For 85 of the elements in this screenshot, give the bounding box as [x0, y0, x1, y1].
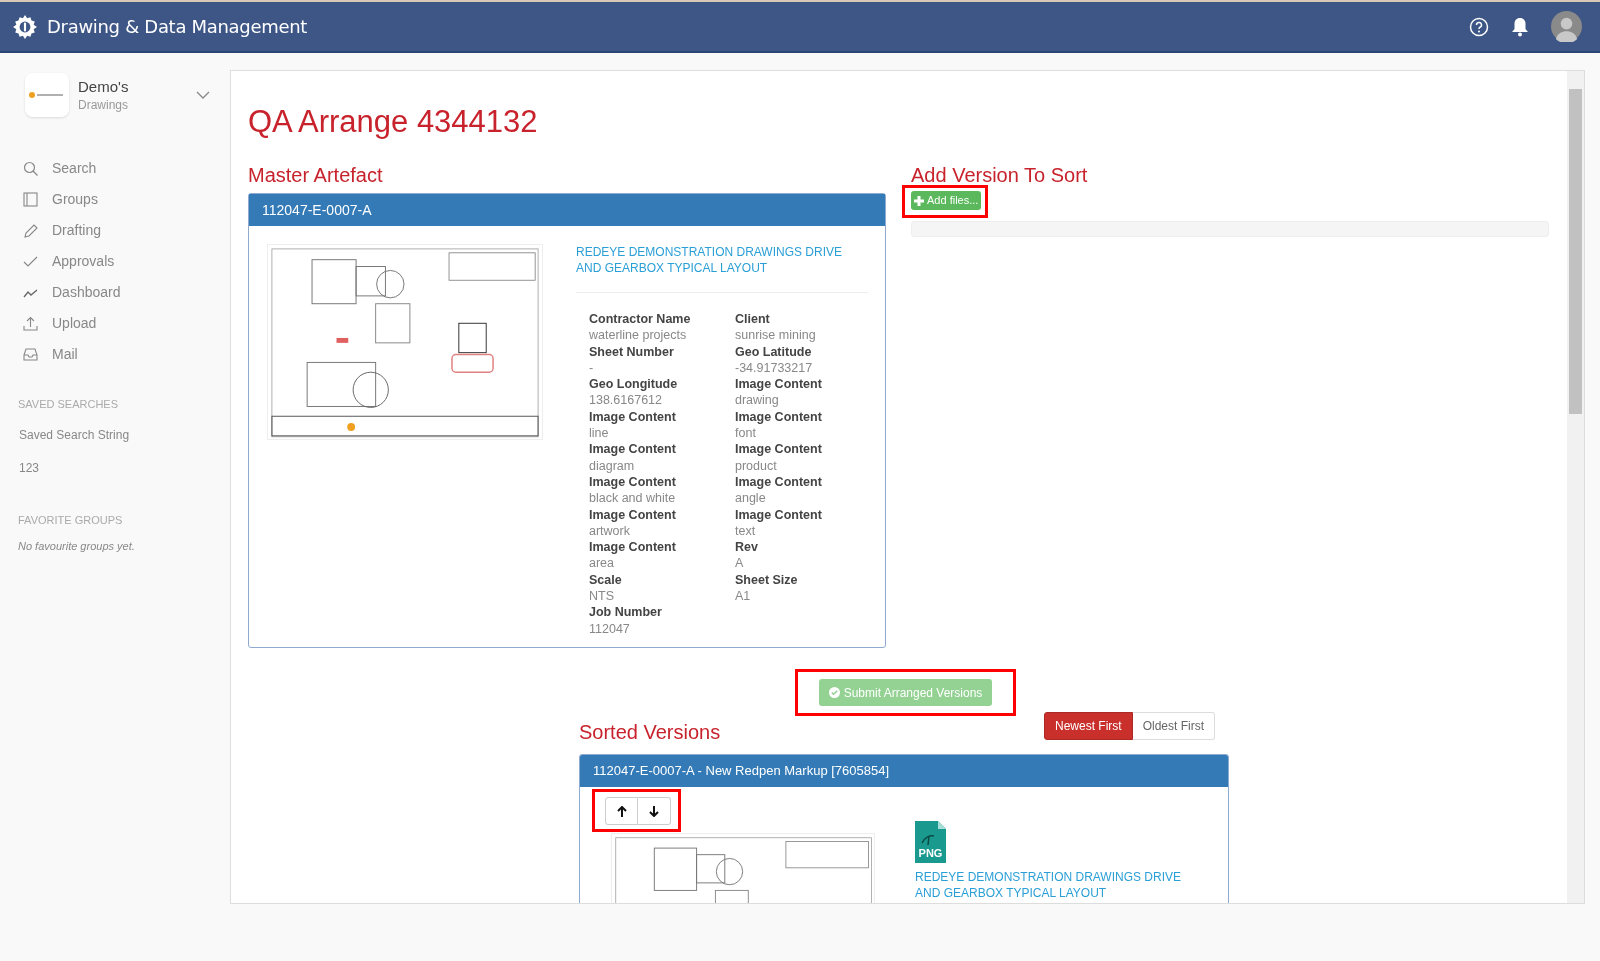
- search-icon: [23, 161, 38, 176]
- section-heading: SAVED SEARCHES: [18, 397, 120, 412]
- nav-item[interactable]: Approvals: [18, 246, 230, 277]
- nav-item[interactable]: Mail: [18, 339, 230, 370]
- scrollbar[interactable]: [1567, 71, 1584, 903]
- nav-item[interactable]: Groups: [18, 184, 230, 215]
- section-heading: FAVORITE GROUPS: [18, 512, 124, 528]
- field-value: -34.91733217: [735, 359, 814, 377]
- move-down-button[interactable]: [638, 797, 671, 825]
- chevron-down-icon[interactable]: [196, 91, 210, 99]
- arrow-down-icon: [649, 805, 659, 817]
- field-label: Image Content: [735, 376, 823, 393]
- nav-item[interactable]: Drafting: [18, 215, 230, 246]
- check-circle-icon: [828, 687, 840, 698]
- section-heading: Sorted Versions: [579, 720, 721, 744]
- field-value: waterline projects: [589, 327, 688, 344]
- empty-message: No favourite groups yet.: [18, 539, 136, 554]
- field-label: Image Content: [735, 473, 823, 491]
- field-label: Contractor Name: [589, 311, 692, 328]
- file-type-icon: PNG: [915, 821, 946, 863]
- book-icon: [23, 192, 38, 207]
- field-label: Image Content: [735, 408, 823, 426]
- check-icon: [23, 254, 38, 269]
- field-label: Scale: [589, 571, 623, 589]
- field-label: Rev: [735, 539, 759, 556]
- field-label: Client: [735, 311, 771, 328]
- gear-logo-icon: [12, 13, 38, 40]
- field-value: black and white: [589, 490, 677, 507]
- bell-icon[interactable]: [1511, 16, 1529, 37]
- page-title: QA Arrange 4344132: [248, 103, 539, 141]
- nav-item[interactable]: Upload: [18, 308, 230, 339]
- account-logo: [25, 73, 69, 117]
- field-value: line: [589, 425, 610, 442]
- plus-icon: [914, 195, 924, 206]
- field-label: Image Content: [735, 506, 823, 523]
- nav-item[interactable]: Search: [18, 153, 230, 184]
- field-label: Job Number: [589, 604, 663, 621]
- upload-icon: [23, 316, 38, 331]
- avatar[interactable]: [1551, 11, 1582, 42]
- drawing-link[interactable]: REDEYE DEMONSTRATION DRAWINGS DRIVE AND GEARBOX TYPICAL LAYOUT: [576, 244, 868, 293]
- field-value: A1: [735, 588, 752, 605]
- field-value: 138.6167612: [589, 392, 663, 409]
- arrow-up-icon: [616, 805, 627, 817]
- field-value: drawing: [735, 392, 780, 409]
- account-name: Demo's: [78, 76, 129, 96]
- field-value: text: [735, 522, 757, 540]
- field-value: area: [589, 555, 616, 572]
- move-up-button[interactable]: [605, 797, 638, 825]
- field-value: diagram: [589, 457, 636, 474]
- help-icon[interactable]: [1469, 16, 1489, 37]
- field-value: A: [735, 555, 745, 572]
- field-value: product: [735, 457, 778, 474]
- inbox-icon: [23, 347, 38, 362]
- saved-search-link[interactable]: 123: [18, 458, 230, 477]
- field-label: Image Content: [589, 441, 677, 458]
- sort-toggle[interactable]: Newest First: [1043, 712, 1133, 740]
- field-label: Image Content: [589, 506, 677, 523]
- field-value: 112047: [589, 620, 631, 637]
- add-files-button[interactable]: Add files...: [911, 191, 982, 210]
- drawing-link[interactable]: REDEYE DEMONSTRATION DRAWINGS DRIVE AND GEARBOX TYPICAL LAYOUT: [915, 869, 1205, 901]
- field-label: Geo Latitude: [735, 343, 813, 360]
- field-value: -: [589, 359, 595, 377]
- card-title: 112047-E-0007-A - New Redpen Markup [7605854]: [580, 755, 1228, 787]
- card-title: 112047-E-0007-A: [249, 194, 885, 226]
- saved-search-link[interactable]: Saved Search String: [18, 425, 230, 444]
- submit-button[interactable]: Submit Arranged Versions: [818, 679, 993, 706]
- field-value: artwork: [589, 522, 631, 540]
- section-heading: Add Version To Sort: [911, 163, 1089, 187]
- field-label: Image Content: [589, 539, 677, 556]
- field-label: Image Content: [589, 408, 677, 426]
- section-heading: Master Artefact: [248, 163, 384, 187]
- field-label: Geo Longitude: [589, 376, 679, 393]
- pencil-icon: [23, 223, 38, 238]
- field-value: font: [735, 425, 757, 442]
- field-label: Sheet Size: [735, 571, 799, 589]
- field-label: Image Content: [735, 441, 823, 458]
- field-label: Image Content: [589, 473, 677, 491]
- field-value: angle: [735, 490, 767, 507]
- field-label: Sheet Number: [589, 343, 675, 360]
- field-value: sunrise mining: [735, 327, 817, 344]
- app-title: Drawing & Data Management: [47, 15, 308, 39]
- field-value: NTS: [589, 588, 615, 605]
- account-subtitle: Drawings: [78, 96, 129, 114]
- sort-toggle[interactable]: Oldest First: [1132, 712, 1215, 740]
- nav-item[interactable]: Dashboard: [18, 277, 230, 308]
